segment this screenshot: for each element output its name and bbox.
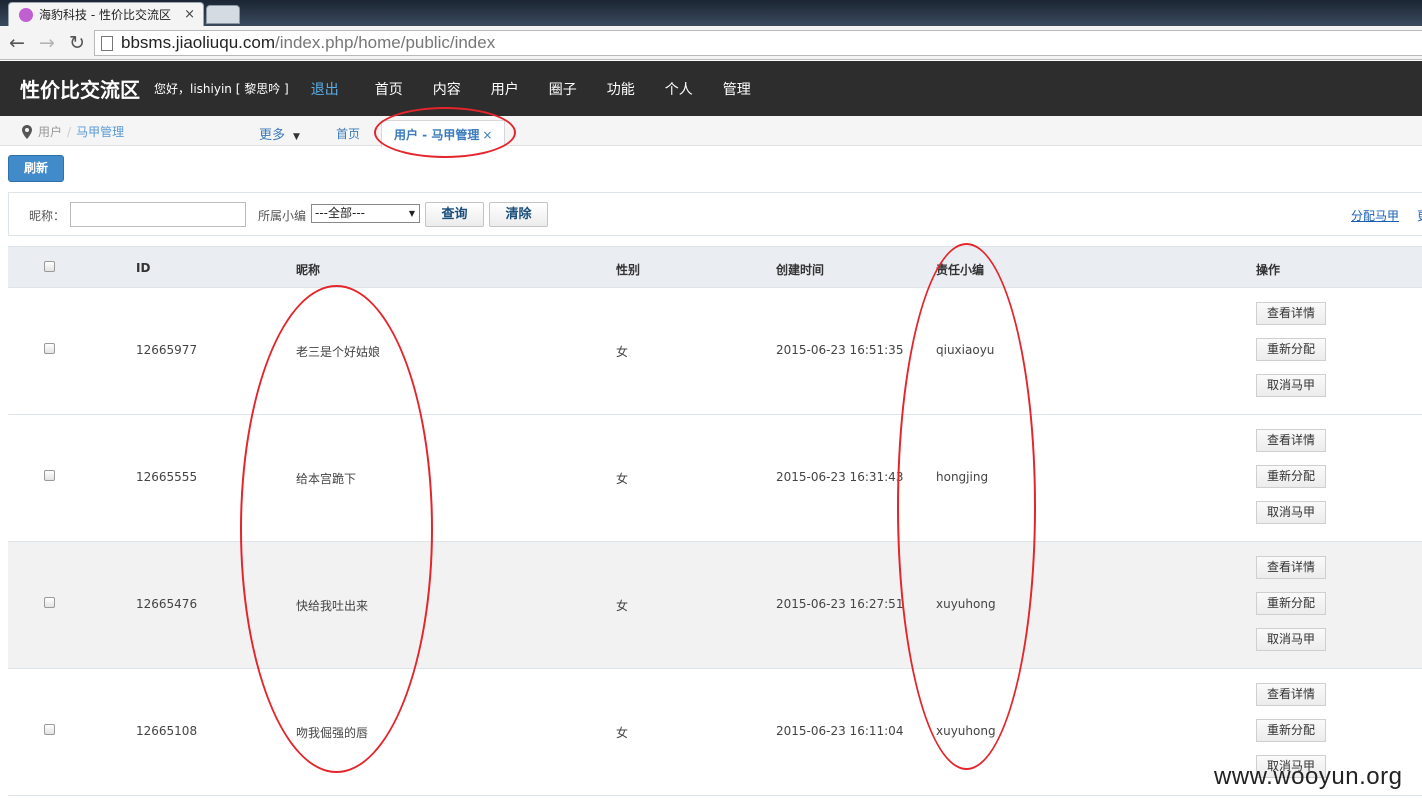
browser-tab-strip: 海豹科技 - 性价比交流区 × (0, 0, 1422, 26)
breadcrumb-separator: / (67, 124, 72, 139)
annotation-ellipse-editor (897, 243, 1036, 770)
nav-item-users[interactable]: 用户 (491, 79, 549, 99)
view-details-button[interactable]: 查看详情 (1256, 683, 1326, 706)
cell-id: 12665977 (136, 343, 198, 357)
logout-link[interactable]: 退出 (311, 79, 339, 99)
nickname-input[interactable] (70, 202, 246, 227)
url-host: bbsms.jiaoliuqu.com (121, 33, 276, 52)
cell-gender: 女 (616, 599, 629, 613)
map-marker-icon (22, 124, 32, 139)
more-tabs-label: 更多 (259, 128, 286, 143)
clear-button[interactable]: 清除 (489, 202, 548, 227)
col-nickname: 昵称 (296, 263, 321, 277)
user-greeting: 您好，lishiyin [ 黎思吟 ] (154, 82, 289, 96)
table-row: 12665108 吻我倔强的唇 女 2015-06-23 16:11:04 xu… (8, 669, 1422, 796)
editor-label: 所属小编 (258, 209, 307, 223)
row-checkbox[interactable] (44, 470, 55, 481)
editor-select[interactable]: ---全部--- ▼ (311, 204, 420, 223)
url-path: /index.php/home/public/index (275, 33, 496, 52)
tab-close-icon[interactable]: × (184, 7, 195, 22)
editor-select-value: ---全部--- (315, 206, 365, 220)
more-tabs-dropdown[interactable]: 更多 ▼ (259, 124, 300, 143)
search-bar: 昵称： 所属小编 ---全部--- ▼ 查询 清除 分配马甲 更 (8, 192, 1422, 236)
view-details-button[interactable]: 查看详情 (1256, 556, 1326, 579)
cell-id: 12665555 (136, 470, 198, 484)
back-arrow-icon[interactable]: ← (4, 32, 30, 54)
table-row: 12665977 老三是个好姑娘 女 2015-06-23 16:51:35 q… (8, 288, 1422, 415)
reassign-button[interactable]: 重新分配 (1256, 465, 1326, 488)
reload-icon[interactable]: ↻ (64, 32, 90, 54)
browser-toolbar: ← → ↻ bbsms.jiaoliuqu.com/index.php/home… (0, 26, 1422, 60)
cell-created: 2015-06-23 16:27:51 (776, 597, 904, 611)
cell-id: 12665108 (136, 724, 198, 738)
assign-sockpuppet-link[interactable]: 分配马甲 (1351, 207, 1399, 224)
col-actions: 操作 (1256, 263, 1281, 277)
cell-created: 2015-06-23 16:51:35 (776, 343, 904, 357)
cancel-sockpuppet-button[interactable]: 取消马甲 (1256, 501, 1326, 524)
reassign-button[interactable]: 重新分配 (1256, 592, 1326, 615)
view-details-button[interactable]: 查看详情 (1256, 429, 1326, 452)
caret-down-icon: ▼ (293, 132, 300, 142)
nav-item-content[interactable]: 内容 (433, 79, 491, 99)
forward-arrow-icon[interactable]: → (34, 32, 60, 54)
col-gender: 性别 (616, 263, 641, 277)
reassign-button[interactable]: 重新分配 (1256, 338, 1326, 361)
tab-home[interactable]: 首页 (336, 125, 360, 142)
nav-item-home[interactable]: 首页 (375, 79, 433, 99)
reassign-button[interactable]: 重新分配 (1256, 719, 1326, 742)
cell-gender: 女 (616, 472, 629, 486)
cell-id: 12665476 (136, 597, 198, 611)
row-checkbox[interactable] (44, 343, 55, 354)
breadcrumb-root[interactable]: 用户 (38, 123, 62, 140)
table-row: 12665555 给本宫跪下 女 2015-06-23 16:31:43 hon… (8, 415, 1422, 542)
cell-gender: 女 (616, 345, 629, 359)
site-favicon-icon (19, 7, 33, 22)
row-checkbox[interactable] (44, 724, 55, 735)
breadcrumb: 用户 / 马甲管理 (22, 123, 124, 140)
table-row: 12665476 快给我吐出来 女 2015-06-23 16:27:51 xu… (8, 542, 1422, 669)
new-tab-button[interactable] (206, 5, 240, 24)
nav-item-features[interactable]: 功能 (607, 79, 665, 99)
nav-item-admin[interactable]: 管理 (723, 79, 781, 99)
col-id: ID (136, 261, 151, 275)
more-link-partial[interactable]: 更 (1417, 207, 1422, 224)
annotation-ellipse-tab (374, 107, 516, 158)
breadcrumb-current: 马甲管理 (76, 125, 125, 139)
view-details-button[interactable]: 查看详情 (1256, 302, 1326, 325)
row-checkbox[interactable] (44, 597, 55, 608)
nickname-label: 昵称： (29, 209, 66, 223)
annotation-ellipse-nickname (240, 285, 433, 773)
nav-item-circles[interactable]: 圈子 (549, 79, 607, 99)
page-tabs-bar: 用户 / 马甲管理 更多 ▼ 首页 用户 - 马甲管理 × (0, 116, 1422, 147)
refresh-button[interactable]: 刷新 (8, 155, 64, 182)
select-all-checkbox[interactable] (44, 261, 55, 272)
browser-tab[interactable]: 海豹科技 - 性价比交流区 × (8, 2, 204, 26)
select-arrow-icon: ▼ (408, 209, 415, 218)
query-button[interactable]: 查询 (425, 202, 484, 227)
cell-created: 2015-06-23 16:31:43 (776, 470, 904, 484)
cell-created: 2015-06-23 16:11:04 (776, 724, 904, 738)
app-header: 性价比交流区 您好，lishiyin [ 黎思吟 ] 退出 首页 内容 用户 圈… (0, 61, 1422, 116)
cancel-sockpuppet-button[interactable]: 取消马甲 (1256, 374, 1326, 397)
cell-gender: 女 (616, 726, 629, 740)
main-nav: 首页 内容 用户 圈子 功能 个人 管理 (375, 79, 781, 99)
page-icon (101, 35, 113, 51)
browser-tab-title: 海豹科技 - 性价比交流区 (39, 8, 171, 22)
watermark-text: www.wooyun.org (1214, 763, 1403, 790)
nav-item-personal[interactable]: 个人 (665, 79, 723, 99)
url-text: bbsms.jiaoliuqu.com/index.php/home/publi… (121, 33, 495, 53)
table-header: ID 昵称 性别 创建时间 责任小编 操作 (8, 246, 1422, 288)
cancel-sockpuppet-button[interactable]: 取消马甲 (1256, 628, 1326, 651)
address-bar[interactable]: bbsms.jiaoliuqu.com/index.php/home/publi… (94, 30, 1422, 56)
site-title[interactable]: 性价比交流区 (20, 74, 140, 103)
col-created: 创建时间 (776, 263, 825, 277)
